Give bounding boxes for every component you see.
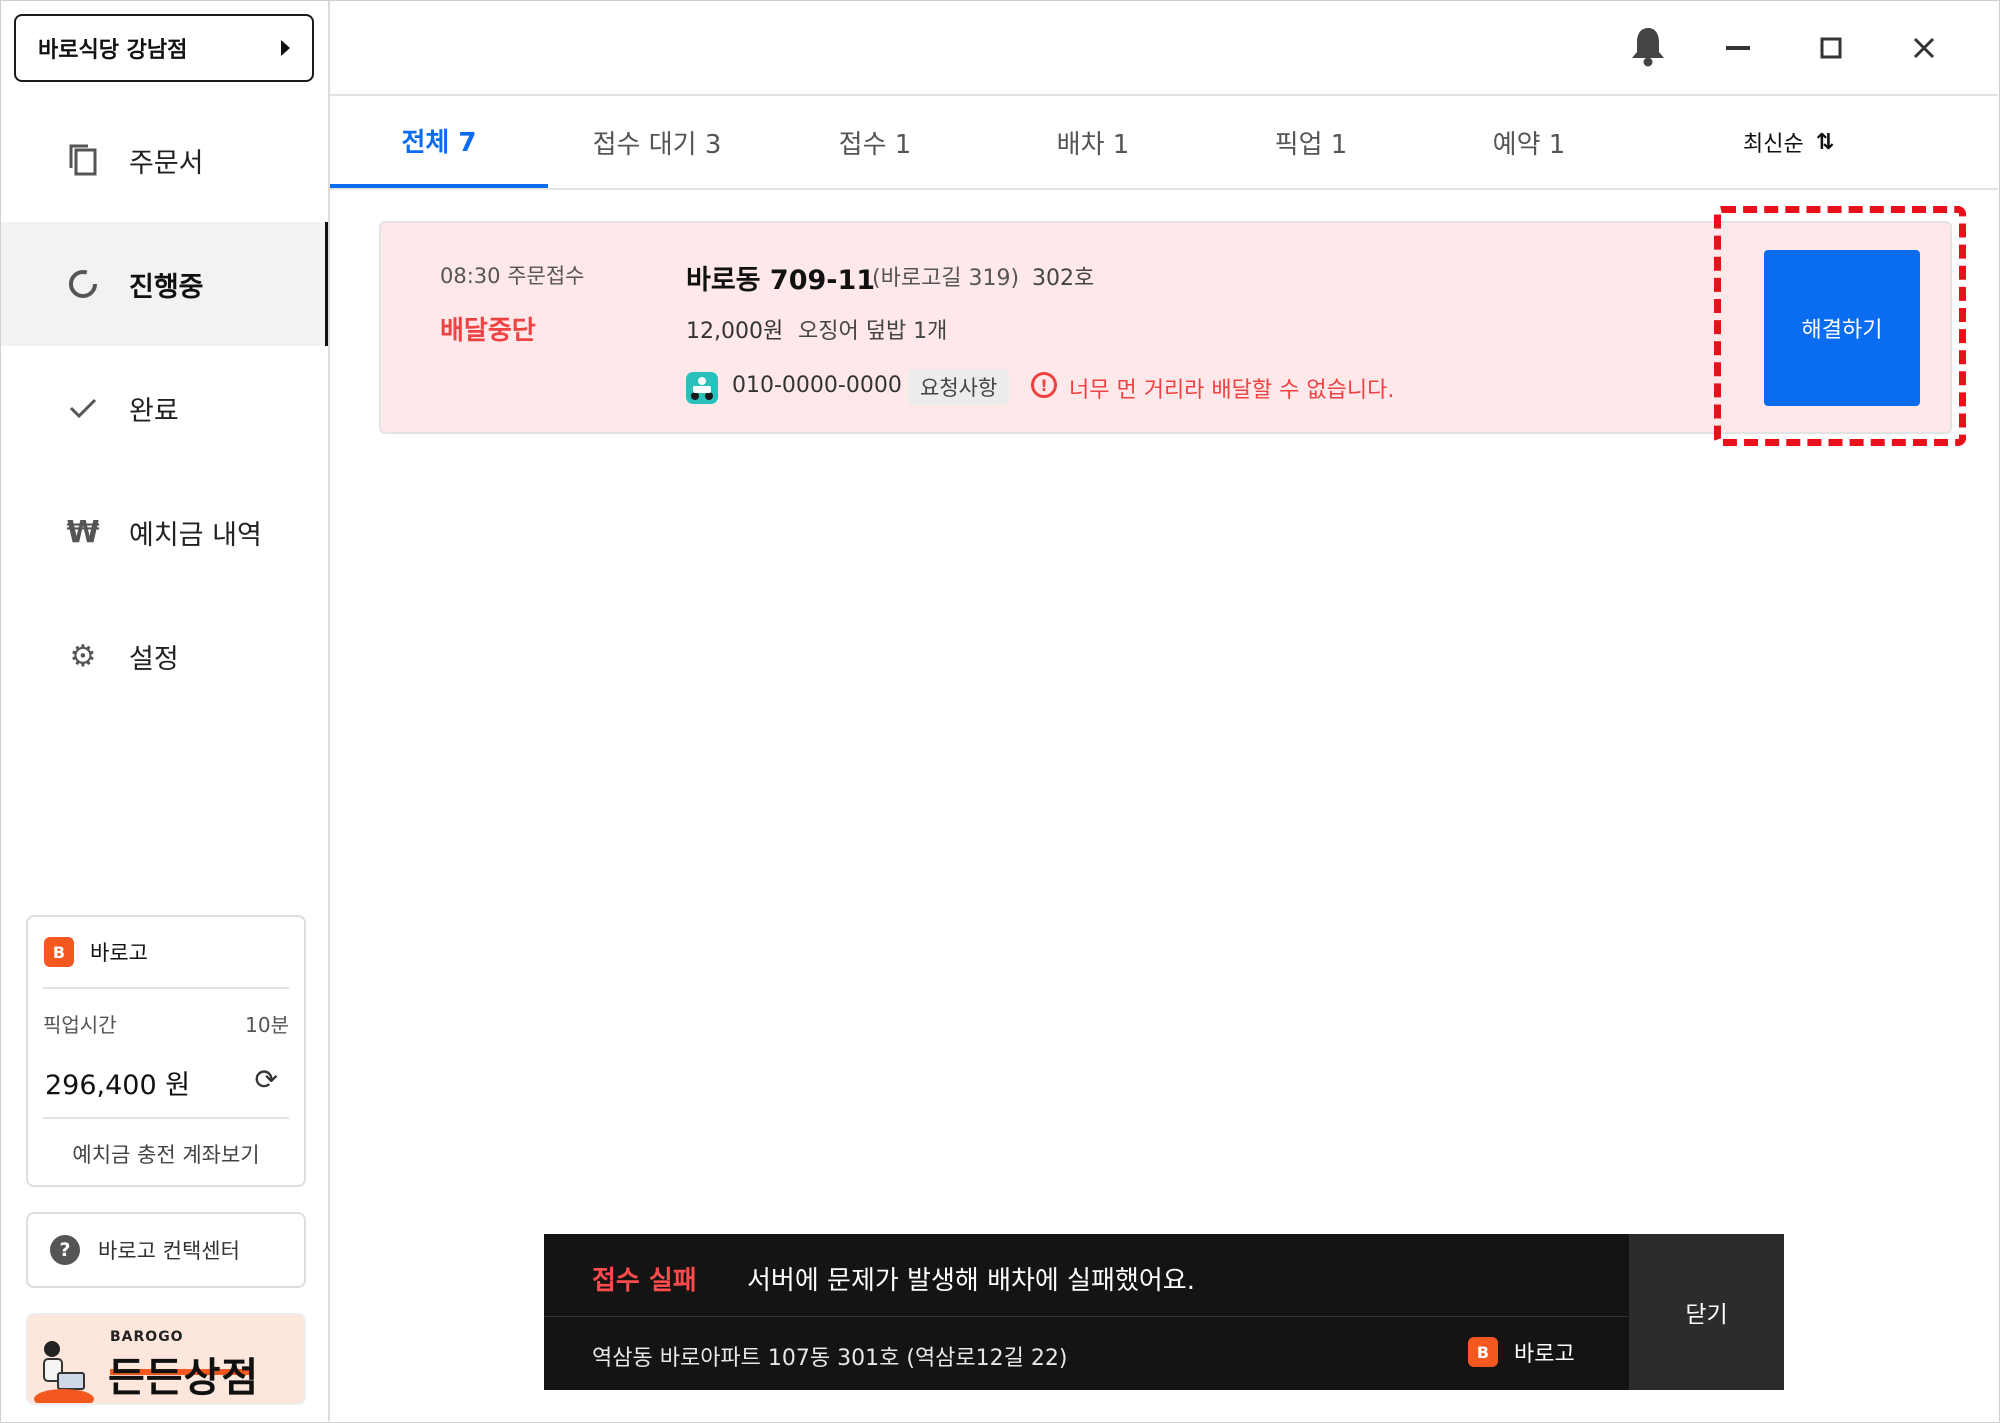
tab-accepted[interactable]: 접수 1 [766, 96, 984, 188]
order-time: 08:30 주문접수 [440, 264, 585, 288]
sidebar-item-settings[interactable]: ⚙ 설정 [1, 594, 328, 718]
barogo-card-brand: 바로고 [90, 941, 148, 965]
request-chip[interactable]: 요청사항 [908, 369, 1010, 405]
sort-label: 최신순 [1743, 132, 1804, 157]
tab-all[interactable]: 전체 7 [330, 96, 548, 188]
sidebar-item-in-progress[interactable]: 진행중 [1, 222, 328, 346]
order-status-tabs: 전체 7 접수 대기 3 접수 1 배차 1 픽업 1 예약 1 최신순 ⇅ [330, 96, 1998, 190]
order-status: 배달중단 [440, 316, 536, 346]
tab-dispatched[interactable]: 배차 1 [984, 96, 1202, 188]
order-address-road: (바로고길 319) [872, 266, 1020, 291]
refresh-icon[interactable]: ⟳ [255, 1063, 278, 1096]
promo-banner[interactable]: BAROGO 든든상점 [26, 1313, 306, 1405]
tab-reserved[interactable]: 예약 1 [1420, 96, 1638, 188]
pickup-time-value: 10분 [245, 1013, 289, 1037]
toast-brand-label: 바로고 [1514, 1342, 1575, 1367]
sidebar-item-label: 진행중 [129, 271, 204, 303]
order-menu: 오징어 덮밥 1개 [798, 319, 948, 344]
minimize-icon[interactable] [1716, 26, 1760, 70]
barogo-card-header: B 바로고 [44, 937, 148, 967]
sidebar-item-label: 주문서 [129, 147, 204, 179]
barogo-balance-card: B 바로고 픽업시간 10분 296,400 원 ⟳ 예치금 충전 계좌보기 [26, 915, 306, 1187]
banner-brand: BAROGO [110, 1329, 184, 1345]
toast-title: 접수 실패 [592, 1266, 697, 1296]
balance-amount: 296,400 원 [45, 1070, 191, 1101]
order-price: 12,000원 [686, 319, 784, 344]
barogo-logo-icon: B [1468, 1337, 1498, 1367]
close-icon[interactable] [1902, 26, 1946, 70]
store-selector[interactable]: 바로식당 강남점 [14, 14, 314, 82]
pickup-time-label: 픽업시간 [43, 1013, 117, 1037]
error-toast: 접수 실패 서버에 문제가 발생해 배차에 실패했어요. 역삼동 바로아파트 1… [544, 1234, 1784, 1390]
order-address-unit: 302호 [1032, 266, 1095, 291]
sidebar-item-deposit-history[interactable]: ₩ 예치금 내역 [1, 470, 328, 594]
toast-brand: B 바로고 [1468, 1336, 1575, 1368]
contact-center-button[interactable]: ? 바로고 컨택센터 [26, 1212, 306, 1288]
resolve-button[interactable]: 해결하기 [1764, 250, 1920, 406]
won-icon: ₩ [66, 514, 100, 550]
order-address: 바로동 709-11 [686, 265, 876, 296]
order-warning: 너무 먼 거리라 배달할 수 없습니다. [1069, 378, 1395, 403]
maximize-icon[interactable] [1809, 26, 1853, 70]
sidebar-item-completed[interactable]: 완료 [1, 346, 328, 470]
alert-circle-icon: ! [1031, 372, 1057, 398]
divider [43, 1117, 289, 1119]
sort-dropdown[interactable]: 최신순 ⇅ [1743, 96, 1834, 188]
toast-close-button[interactable]: 닫기 [1629, 1234, 1784, 1390]
sidebar-item-orders[interactable]: 주문서 [1, 98, 328, 222]
store-name: 바로식당 강남점 [38, 38, 188, 63]
tab-pickup[interactable]: 픽업 1 [1202, 96, 1420, 188]
delivery-app-icon [686, 372, 718, 404]
toast-message: 서버에 문제가 발생해 배차에 실패했어요. [747, 1266, 1195, 1296]
customer-phone: 010-0000-0000 [732, 373, 902, 398]
sidebar-item-label: 설정 [129, 643, 179, 675]
toast-address: 역삼동 바로아파트 107동 301호 (역삼로12길 22) [592, 1346, 1068, 1371]
banner-title: 든든상점 [108, 1355, 260, 1401]
check-icon [65, 390, 101, 426]
sidebar: 바로식당 강남점 주문서 진행중 완료 ₩ 예치금 내역 ⚙ 설정 B 바로고 … [1, 1, 330, 1421]
sidebar-item-label: 완료 [129, 395, 179, 427]
sort-icon: ⇅ [1815, 129, 1835, 155]
deposit-account-link[interactable]: 예치금 충전 계좌보기 [28, 1139, 304, 1169]
bell-icon[interactable] [1626, 24, 1670, 68]
gear-icon: ⚙ [69, 638, 97, 674]
tab-waiting[interactable]: 접수 대기 3 [548, 96, 766, 188]
window-titlebar [330, 1, 1998, 96]
copy-icon [65, 142, 101, 178]
divider [43, 987, 289, 989]
caret-right-icon [281, 40, 290, 56]
progress-icon [65, 266, 101, 302]
help-icon: ? [50, 1235, 80, 1265]
contact-center-label: 바로고 컨택센터 [98, 1239, 240, 1263]
barogo-logo-icon: B [44, 937, 74, 967]
person-illustration-icon [34, 1341, 94, 1403]
toast-header-row: 접수 실패 서버에 문제가 발생해 배차에 실패했어요. [544, 1234, 1628, 1317]
sidebar-item-label: 예치금 내역 [129, 519, 262, 551]
